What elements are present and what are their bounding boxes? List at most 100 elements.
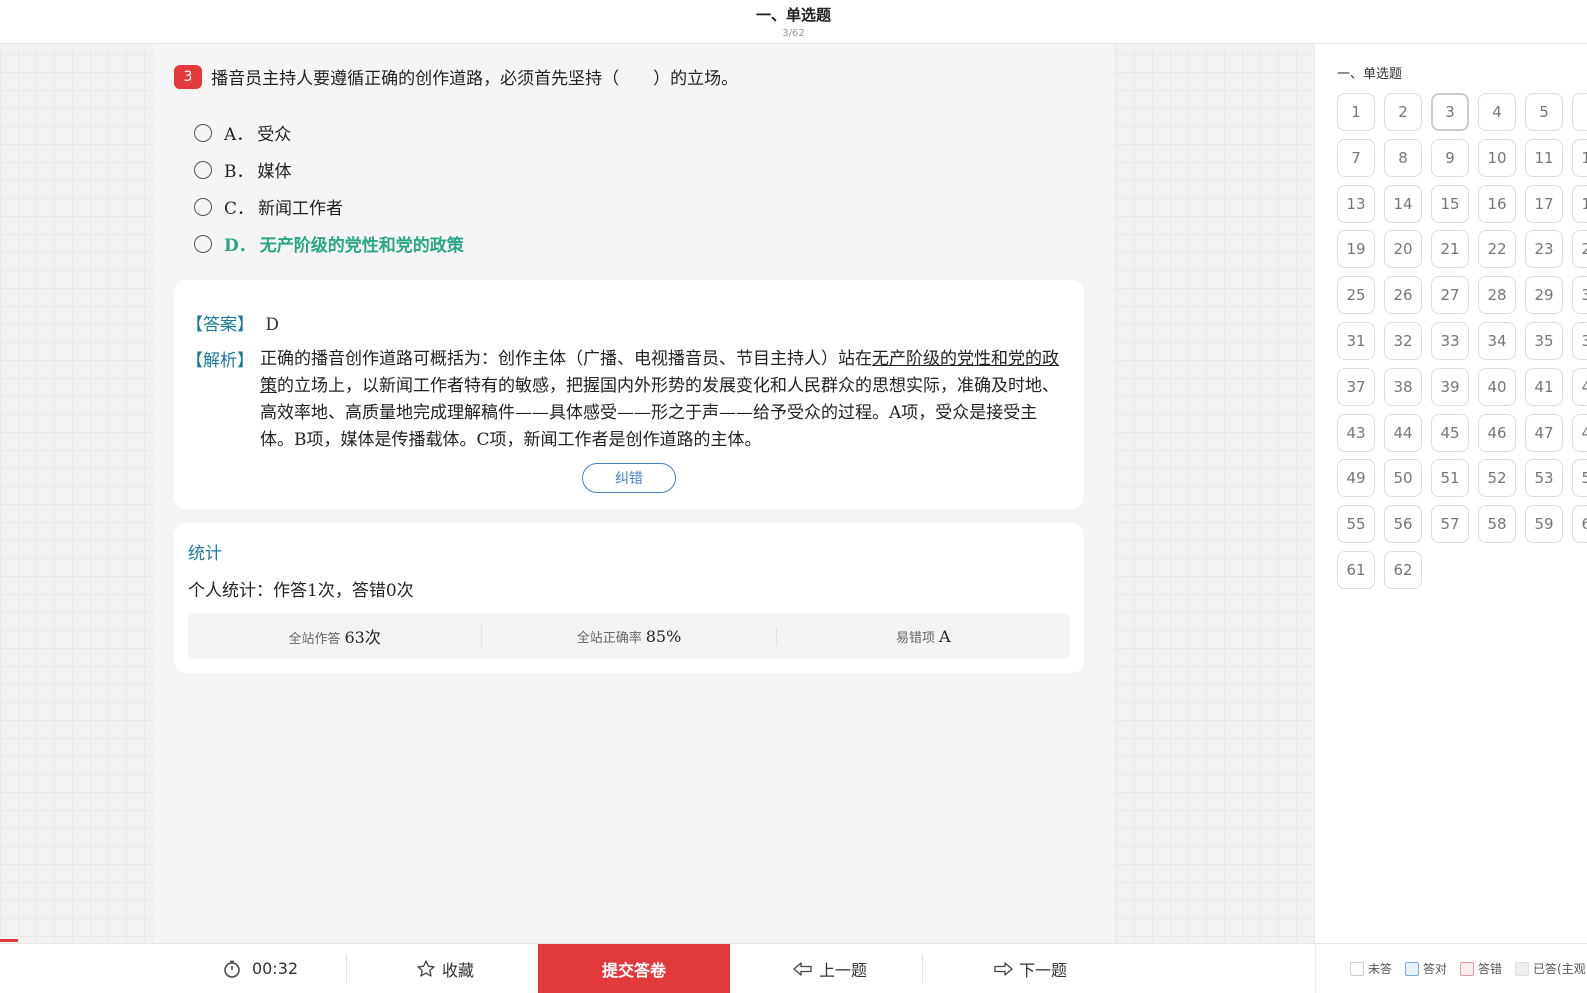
legend-label: 答错: [1478, 962, 1503, 976]
question-number-cell[interactable]: 40: [1478, 367, 1516, 406]
question-number-badge: 3: [174, 64, 202, 89]
divider: [346, 954, 347, 983]
question-number-cell[interactable]: 59: [1525, 505, 1563, 544]
question-number-cell[interactable]: 62: [1384, 551, 1422, 589]
question-number-cell[interactable]: 21: [1431, 230, 1469, 269]
question-number-cell[interactable]: 54: [1572, 459, 1587, 498]
question-number-cell[interactable]: 19: [1337, 230, 1375, 269]
question-number-cell[interactable]: 47: [1525, 413, 1563, 452]
question-panel: 3 播音员主持人要遵循正确的创作道路，必须首先坚持（ ）的立场。 A． 受众 B…: [154, 44, 1114, 944]
question-number-cell[interactable]: 8: [1384, 138, 1422, 177]
option-text: 新闻工作者: [258, 199, 344, 219]
option-text: 无产阶级的党性和党的政策: [259, 236, 464, 256]
question-number-cell[interactable]: 31: [1337, 322, 1375, 360]
question-number-cell[interactable]: 23: [1525, 230, 1563, 269]
next-question-button[interactable]: 下一题: [950, 944, 1110, 993]
question-number-cell[interactable]: 42: [1572, 367, 1587, 406]
question-number-cell[interactable]: 51: [1431, 459, 1469, 498]
question-number-cell[interactable]: 52: [1478, 459, 1516, 498]
question-number-cell[interactable]: 61: [1337, 551, 1375, 589]
previous-question-button[interactable]: 上一题: [750, 944, 910, 993]
site-accuracy-stat: 全站正确率 85%: [482, 626, 777, 646]
question-number-cell[interactable]: 25: [1337, 276, 1375, 315]
question-number-cell[interactable]: 16: [1478, 184, 1516, 223]
question-number-cell[interactable]: 20: [1384, 230, 1422, 269]
question-number-cell[interactable]: 44: [1384, 413, 1422, 452]
progress-indicator: [0, 939, 18, 942]
question-number-cell[interactable]: 9: [1431, 138, 1469, 177]
question-number-cell[interactable]: 30: [1572, 276, 1587, 315]
question-number-cell[interactable]: 36: [1572, 322, 1587, 360]
favorite-button[interactable]: 收藏: [370, 944, 520, 993]
question-number-cell[interactable]: 43: [1337, 413, 1375, 452]
arrow-right-icon: [993, 961, 1013, 977]
question-number-cell[interactable]: 29: [1525, 276, 1563, 315]
radio-button[interactable]: [194, 234, 212, 253]
question-number-cell[interactable]: 1: [1337, 93, 1375, 131]
question-number-cell[interactable]: 38: [1384, 367, 1422, 406]
question-number-cell[interactable]: 56: [1384, 505, 1422, 544]
legend-label: 未答: [1368, 962, 1393, 976]
option-letter: B．: [224, 162, 254, 182]
question-number-cell[interactable]: 18: [1572, 184, 1587, 223]
question-number-cell[interactable]: 60: [1572, 505, 1587, 544]
question-number-cell[interactable]: 46: [1478, 413, 1516, 452]
stat-label: 全站正确率: [576, 630, 642, 646]
question-number-cell[interactable]: 49: [1337, 459, 1375, 498]
radio-button[interactable]: [194, 160, 212, 179]
legend-subjective: 已答(主观: [1515, 944, 1586, 993]
question-number-cell[interactable]: 27: [1431, 276, 1469, 315]
question-number-cell[interactable]: 26: [1384, 276, 1422, 315]
question-number-cell[interactable]: 33: [1431, 322, 1469, 360]
radio-button[interactable]: [194, 197, 212, 216]
question-number-cell[interactable]: 58: [1478, 505, 1516, 544]
question-number-cell[interactable]: 24: [1572, 230, 1587, 269]
option-d[interactable]: D． 无产阶级的党性和党的政策: [194, 225, 464, 262]
radio-button[interactable]: [194, 123, 212, 142]
question-stem: 3 播音员主持人要遵循正确的创作道路，必须首先坚持（ ）的立场。: [174, 64, 1094, 89]
question-number-cell[interactable]: 37: [1337, 367, 1375, 406]
section-title: 一、单选题: [755, 6, 831, 24]
option-text: 受众: [257, 125, 292, 145]
question-number-cell[interactable]: 2: [1384, 93, 1422, 131]
submit-button[interactable]: 提交答卷: [538, 944, 730, 993]
question-number-cell[interactable]: 35: [1525, 322, 1563, 360]
personal-stats: 个人统计：作答1次，答错0次: [188, 581, 414, 601]
question-number-cell[interactable]: 22: [1478, 230, 1516, 269]
option-c[interactable]: C． 新闻工作者: [194, 188, 464, 225]
question-number-cell[interactable]: 13: [1337, 184, 1375, 223]
stat-value: A: [939, 626, 951, 646]
question-number-cell[interactable]: 4: [1478, 93, 1516, 131]
option-b[interactable]: B． 媒体: [194, 151, 464, 188]
question-number-cell[interactable]: 32: [1384, 322, 1422, 360]
legend-swatch: [1460, 961, 1474, 976]
question-number-cell[interactable]: 15: [1431, 184, 1469, 223]
question-text: 播音员主持人要遵循正确的创作道路，必须首先坚持（ ）的立场。: [211, 69, 739, 89]
legend-correct: 答对: [1405, 944, 1447, 993]
question-number-cell[interactable]: 41: [1525, 367, 1563, 406]
question-number-cell[interactable]: 3: [1431, 93, 1469, 131]
legend-unanswered: 未答: [1350, 944, 1392, 993]
option-a[interactable]: A． 受众: [194, 114, 464, 151]
question-number-cell[interactable]: 39: [1431, 367, 1469, 406]
report-error-button[interactable]: 纠错: [582, 463, 676, 493]
question-number-cell[interactable]: 11: [1525, 138, 1563, 177]
option-letter: A．: [224, 125, 254, 145]
question-number-cell[interactable]: 12: [1572, 138, 1587, 177]
question-number-cell[interactable]: 34: [1478, 322, 1516, 360]
question-number-cell[interactable]: 45: [1431, 413, 1469, 452]
question-number-cell[interactable]: 10: [1478, 138, 1516, 177]
question-number-cell[interactable]: 6: [1572, 93, 1587, 131]
analysis-text-part: 的立场上，以新闻工作者特有的敏感，把握国内外形势的发展变化和人民群众的思想实际，…: [260, 376, 1059, 450]
analysis-text: 正确的播音创作道路可概括为：创作主体（广播、电视播音员、节目主持人）站在无产阶级…: [260, 346, 1066, 454]
question-number-cell[interactable]: 5: [1525, 93, 1563, 131]
question-number-cell[interactable]: 48: [1572, 413, 1587, 452]
question-number-cell[interactable]: 7: [1337, 138, 1375, 177]
question-number-cell[interactable]: 53: [1525, 459, 1563, 498]
question-number-cell[interactable]: 57: [1431, 505, 1469, 544]
question-number-cell[interactable]: 50: [1384, 459, 1422, 498]
question-number-cell[interactable]: 14: [1384, 184, 1422, 223]
question-number-cell[interactable]: 55: [1337, 505, 1375, 544]
question-number-cell[interactable]: 28: [1478, 276, 1516, 315]
question-number-cell[interactable]: 17: [1525, 184, 1563, 223]
